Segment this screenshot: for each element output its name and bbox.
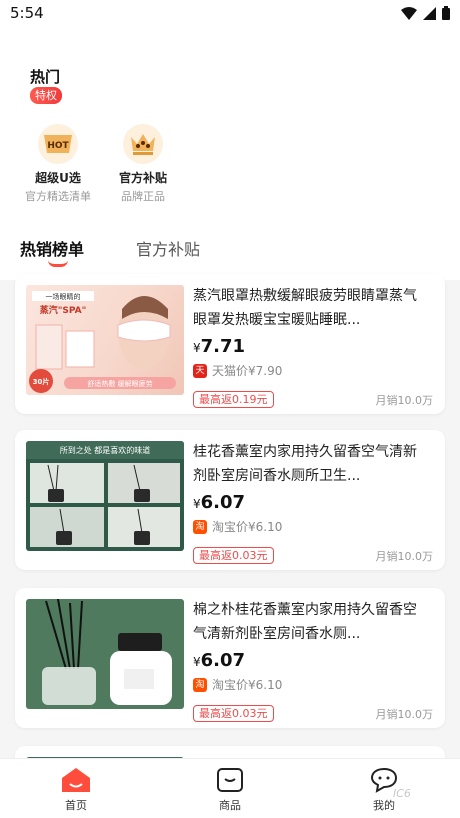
goods-icon bbox=[180, 765, 280, 795]
product-image: 所到之处 都是喜欢的味道 bbox=[26, 441, 184, 551]
nav-label: 我的 bbox=[373, 799, 395, 812]
product-image bbox=[26, 599, 184, 709]
product-title: 桂花香薰室内家用持久留香空气清新剂卧室房间香水厕所卫生... bbox=[193, 444, 417, 484]
rebate-badge: 最高返0.03元 bbox=[193, 705, 274, 722]
tab-hot-sales[interactable]: 热销榜单 bbox=[20, 236, 84, 260]
svg-text:30片: 30片 bbox=[33, 377, 50, 386]
product-card[interactable]: 棉之朴桂花香薰室内家用持久留香空气清新剂卧室房间香水厕... ¥6.07 淘 淘… bbox=[15, 588, 445, 728]
product-title: 棉之朴桂花香薰室内家用持久留香空气清新剂卧室房间香水厕... bbox=[193, 602, 417, 642]
tmall-icon: 天 bbox=[193, 363, 207, 378]
feature-subtitle: 品牌正品 bbox=[121, 190, 165, 203]
signal-icon bbox=[423, 6, 436, 20]
rebate-badge: 最高返0.03元 bbox=[193, 547, 274, 564]
nav-label: 商品 bbox=[219, 799, 241, 812]
product-title: 蒸汽眼罩热敷缓解眼疲劳眼睛罩蒸气眼罩发热暖宝宝暖贴睡眠... bbox=[193, 288, 417, 328]
feature-title: 超级U选 bbox=[35, 171, 81, 185]
product-tabs: 热销榜单 官方补贴 bbox=[0, 236, 460, 272]
nav-goods[interactable]: 商品 bbox=[180, 765, 280, 813]
hot-section-title: 热门 bbox=[30, 68, 61, 86]
watermark: IC6 bbox=[393, 787, 411, 800]
tab-active-indicator bbox=[48, 260, 68, 267]
status-icons bbox=[401, 6, 450, 20]
monthly-sales: 月销10.0万 bbox=[375, 708, 434, 721]
product-origin-price: 淘 淘宝价¥6.10 bbox=[193, 518, 282, 535]
bottom-nav: 首页 商品 我的 bbox=[0, 758, 460, 818]
product-origin-price: 天 天猫价¥7.90 bbox=[193, 362, 282, 379]
svg-text:蒸汽"SPA": 蒸汽"SPA" bbox=[40, 304, 87, 316]
status-bar: 5:54 bbox=[0, 0, 460, 28]
feature-title: 官方补贴 bbox=[118, 171, 167, 185]
feature-super-u-select[interactable]: HOT 超级U选 官方精选清单 bbox=[10, 124, 106, 204]
product-price: ¥6.07 bbox=[193, 650, 246, 671]
monthly-sales: 月销10.0万 bbox=[375, 550, 434, 563]
svg-text:所到之处 都是喜欢的味道: 所到之处 都是喜欢的味道 bbox=[60, 445, 151, 455]
battery-icon bbox=[442, 6, 450, 20]
product-card[interactable]: 所到之处 都是喜欢的味道 桂花香薰室内家用持久留香空气清新剂卧室房间香水厕所卫生… bbox=[15, 430, 445, 570]
product-price: ¥6.07 bbox=[193, 492, 246, 513]
crown-icon bbox=[123, 124, 163, 164]
rebate-badge: 最高返0.19元 bbox=[193, 391, 274, 408]
taobao-icon: 淘 bbox=[193, 519, 207, 534]
nav-home[interactable]: 首页 bbox=[26, 765, 126, 813]
nav-label: 首页 bbox=[65, 799, 87, 812]
svg-text:HOT: HOT bbox=[47, 141, 69, 151]
feature-official-subsidy[interactable]: 官方补贴 品牌正品 bbox=[95, 124, 191, 204]
product-origin-price: 淘 淘宝价¥6.10 bbox=[193, 676, 282, 693]
nav-mine[interactable]: 我的 bbox=[334, 765, 434, 813]
wifi-icon bbox=[401, 6, 417, 20]
taobao-icon: 淘 bbox=[193, 677, 207, 692]
tab-official-subsidy[interactable]: 官方补贴 bbox=[136, 236, 200, 260]
monthly-sales: 月销10.0万 bbox=[375, 394, 434, 407]
privilege-badge: 特权 bbox=[30, 87, 62, 104]
product-card[interactable]: 一场眼睛的 蒸汽"SPA" 舒适热敷 缓解眼疲劳 30片 蒸汽眼罩热敷缓解眼疲劳… bbox=[15, 274, 445, 414]
svg-text:舒适热敷 缓解眼疲劳: 舒适热敷 缓解眼疲劳 bbox=[87, 379, 152, 388]
feature-subtitle: 官方精选清单 bbox=[25, 190, 91, 203]
svg-text:一场眼睛的: 一场眼睛的 bbox=[46, 292, 81, 301]
product-price: ¥7.71 bbox=[193, 336, 246, 357]
hot-icon: HOT bbox=[38, 124, 78, 164]
status-time: 5:54 bbox=[10, 4, 44, 22]
home-icon bbox=[26, 765, 126, 795]
product-image: 一场眼睛的 蒸汽"SPA" 舒适热敷 缓解眼疲劳 30片 bbox=[26, 285, 184, 395]
chat-icon bbox=[334, 765, 434, 795]
